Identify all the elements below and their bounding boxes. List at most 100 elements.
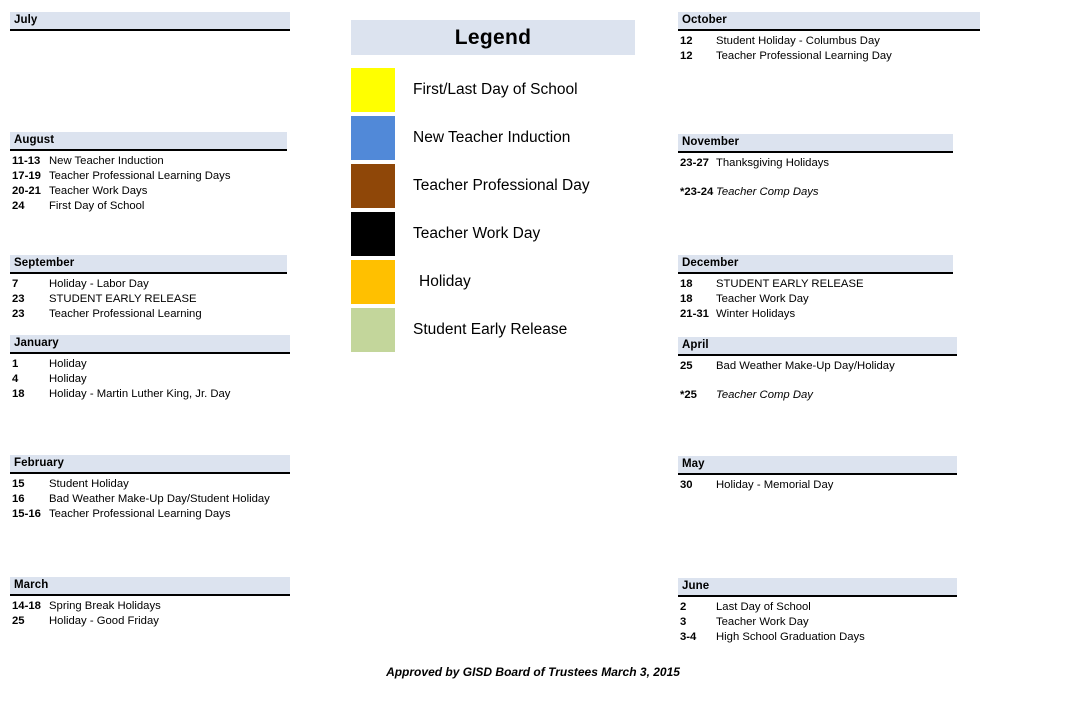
event-date: 24 [12, 200, 25, 212]
event-description: Spring Break Holidays [49, 600, 161, 612]
legend-item-list: First/Last Day of School New Teacher Indu… [351, 66, 635, 354]
event-description: STUDENT EARLY RELEASE [49, 293, 197, 305]
month-header-june: June [678, 578, 957, 595]
month-header-february: February [10, 455, 290, 472]
event-date: 4 [12, 373, 19, 385]
event-row: 25 Holiday - Good Friday [10, 614, 290, 629]
month-header-may: May [678, 456, 957, 473]
event-date: 12 [680, 35, 693, 47]
event-description: Holiday - Martin Luther King, Jr. Day [49, 388, 231, 400]
event-row: 3 Teacher Work Day [678, 615, 957, 630]
event-description: Holiday - Labor Day [49, 278, 149, 290]
month-event-list: 18 STUDENT EARLY RELEASE 18 Teacher Work Da… [678, 274, 953, 322]
month-header-january: January [10, 335, 290, 352]
legend-item: First/Last Day of School [351, 66, 635, 114]
swatch-new-teacher-induction [351, 116, 395, 160]
legend-item: Teacher Professional Day [351, 162, 635, 210]
month-header-september: September [10, 255, 287, 272]
event-date: 30 [680, 479, 693, 491]
legend-item-label: First/Last Day of School [413, 81, 578, 98]
month-header-july: July [10, 12, 290, 29]
legend-item-label: New Teacher Induction [413, 129, 571, 146]
event-row: 14-18 Spring Break Holidays [10, 599, 290, 614]
event-description: High School Graduation Days [716, 631, 865, 643]
event-row: 1 Holiday [10, 357, 290, 372]
event-date: *23-24 [680, 186, 714, 198]
event-description: Teacher Professional Learning Days [49, 508, 231, 520]
month-event-list [10, 31, 290, 34]
month-event-list: 11-13 New Teacher Induction 17-19 Teacher P… [10, 151, 287, 214]
event-row: 3-4 High School Graduation Days [678, 630, 957, 645]
month-event-list: 14-18 Spring Break Holidays 25 Holiday - Go… [10, 596, 290, 629]
event-row: 7 Holiday - Labor Day [10, 277, 287, 292]
event-date: 2 [680, 601, 687, 613]
event-description: Teacher Professional Learning [49, 308, 202, 320]
event-description: Teacher Work Day [716, 616, 809, 628]
legend-item: Teacher Work Day [351, 210, 635, 258]
month-event-list: 30 Holiday - Memorial Day [678, 475, 957, 493]
event-date: 23 [12, 308, 25, 320]
legend-item-label: Student Early Release [413, 321, 568, 338]
month-event-list: 23-27 Thanksgiving Holidays *23-24 Teacher … [678, 153, 953, 200]
event-row: 18 Teacher Work Day [678, 292, 953, 307]
event-description: Teacher Professional Learning Days [49, 170, 231, 182]
month-block-june: June 2 Last Day of School 3 Teacher Work Day… [678, 578, 957, 645]
event-row: 23 STUDENT EARLY RELEASE [10, 292, 287, 307]
event-description: Teacher Professional Learning Day [716, 50, 892, 62]
event-date: 15-16 [12, 508, 41, 520]
event-row: 18 Holiday - Martin Luther King, Jr. Day [10, 387, 290, 402]
event-description: Holiday - Good Friday [49, 615, 159, 627]
swatch-first-last-day [351, 68, 395, 112]
event-row: 16 Bad Weather Make-Up Day/Student Holida… [10, 492, 290, 507]
event-date: 3-4 [680, 631, 697, 643]
legend-item-label: Teacher Professional Day [413, 177, 590, 194]
event-description: Thanksgiving Holidays [716, 157, 830, 169]
event-description: Teacher Comp Days [716, 186, 819, 198]
event-description: Winter Holidays [716, 308, 796, 320]
event-description: Teacher Work Days [49, 185, 148, 197]
legend-item: Holiday [351, 258, 635, 306]
month-block-march: March 14-18 Spring Break Holidays 25 Holiday… [10, 577, 290, 629]
swatch-student-early-release [351, 308, 395, 352]
event-row: 15 Student Holiday [10, 477, 290, 492]
event-date [678, 171, 716, 185]
event-date: 18 [680, 293, 693, 305]
month-block-may: May 30 Holiday - Memorial Day [678, 456, 957, 493]
event-description: Student Holiday - Columbus Day [716, 35, 880, 47]
legend-item: Student Early Release [351, 306, 635, 354]
event-description: Holiday - Memorial Day [716, 479, 834, 491]
month-block-october: October 12 Student Holiday - Columbus Day 1… [678, 12, 980, 64]
month-event-list: 12 Student Holiday - Columbus Day 12 Teache… [678, 31, 980, 64]
month-header-august: August [10, 132, 287, 149]
event-date: 16 [12, 493, 25, 505]
event-description: Teacher Comp Day [716, 389, 813, 401]
event-row: 4 Holiday [10, 372, 290, 387]
event-row: *25 Teacher Comp Day [678, 388, 957, 403]
swatch-teacher-professional-day [351, 164, 395, 208]
event-row: 23 Teacher Professional Learning [10, 307, 287, 322]
month-block-july: July [10, 12, 290, 34]
event-row: 23-27 Thanksgiving Holidays [678, 156, 953, 171]
month-header-november: November [678, 134, 953, 151]
event-row: 20-21 Teacher Work Days [10, 184, 287, 199]
event-date: 25 [12, 615, 25, 627]
month-event-list: 7 Holiday - Labor Day 23 STUDENT EARLY RELE… [10, 274, 287, 322]
month-header-april: April [678, 337, 957, 354]
event-row-spacer [678, 171, 953, 185]
event-date: 15 [12, 478, 25, 490]
event-date [678, 374, 716, 388]
event-date: 20-21 [12, 185, 41, 197]
month-event-list: 1 Holiday 4 Holiday 18 Holiday - Martin Luthe… [10, 354, 290, 402]
event-date: 14-18 [12, 600, 41, 612]
event-description: Student Holiday [49, 478, 129, 490]
event-date: 23-27 [680, 157, 709, 169]
event-description: Holiday [49, 358, 87, 370]
legend-item: New Teacher Induction [351, 114, 635, 162]
event-date: 18 [12, 388, 25, 400]
event-date: *25 [680, 389, 697, 401]
event-description: Last Day of School [716, 601, 811, 613]
month-block-september: September 7 Holiday - Labor Day 23 STUDENT E… [10, 255, 287, 322]
event-date: 25 [680, 360, 693, 372]
month-block-april: April 25 Bad Weather Make-Up Day/Holiday *2… [678, 337, 957, 403]
event-row: 12 Student Holiday - Columbus Day [678, 34, 980, 49]
